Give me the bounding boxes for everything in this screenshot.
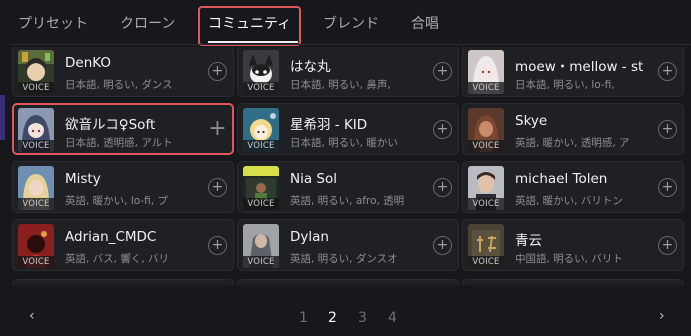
tab-presets[interactable]: プリセット <box>18 0 88 44</box>
add-voice-button[interactable]: + <box>208 236 227 255</box>
voice-card[interactable]: VOICE Nia Sol 英語, 明るい, afro, 透明 + <box>237 161 459 213</box>
voice-avatar: VOICE <box>468 50 504 94</box>
add-voice-button[interactable]: + <box>658 120 677 139</box>
voice-card[interactable]: VOICE 青云 中国語, 明るい, バリト + <box>462 219 684 271</box>
voice-tags: 英語, 暖かい, 透明感, ア <box>515 137 630 149</box>
tabs-divider <box>10 44 691 45</box>
voice-card-peek <box>12 279 234 285</box>
voice-card[interactable]: VOICE moew・mellow - st 日本語, 明るい, lo-fi, … <box>462 47 684 97</box>
voice-tags: 日本語, 透明感, アルト <box>65 137 173 149</box>
voice-avatar: VOICE <box>18 224 54 268</box>
voice-grid: VOICE DenKO 日本語, 明るい, ダンス + VOICE はな丸 日本… <box>12 47 691 285</box>
voice-tags: 英語, 暖かい, バリトン <box>515 195 623 207</box>
voice-badge: VOICE <box>468 198 504 210</box>
voice-tags: 英語, バス, 響く, バリ <box>65 253 170 265</box>
voice-card[interactable]: VOICE 星希羽 - KID 日本語, 明るい, 暖かい + <box>237 103 459 155</box>
voice-name: はな丸 <box>290 59 331 75</box>
voice-name: Skye <box>515 113 548 129</box>
voice-avatar: VOICE <box>468 224 504 268</box>
voice-card[interactable]: VOICE DenKO 日本語, 明るい, ダンス + <box>12 47 234 97</box>
voice-badge: VOICE <box>468 140 504 152</box>
voice-name: Dylan <box>290 229 329 245</box>
voice-avatar: VOICE <box>18 166 54 210</box>
voice-name: Adrian_CMDC <box>65 229 157 245</box>
voice-avatar: VOICE <box>243 50 279 94</box>
add-voice-button[interactable]: + <box>658 236 677 255</box>
page-2-current[interactable]: 2 <box>328 310 337 326</box>
voice-name: 欲音ルコ♀Soft <box>65 117 156 133</box>
add-voice-button[interactable]: + <box>433 236 452 255</box>
voice-card[interactable]: VOICE Skye 英語, 暖かい, 透明感, ア + <box>462 103 684 155</box>
voice-avatar: VOICE <box>243 108 279 152</box>
voice-card[interactable]: VOICE Dylan 英語, 明るい, ダンスオ + <box>237 219 459 271</box>
page-4[interactable]: 4 <box>388 310 397 326</box>
tab-blend[interactable]: ブレンド <box>323 0 379 44</box>
voice-tags: 日本語, 明るい, lo-fi, <box>515 79 615 91</box>
add-voice-button[interactable]: + <box>208 62 227 81</box>
voice-badge: VOICE <box>18 82 54 94</box>
voice-tags: 英語, 明るい, ダンスオ <box>290 253 398 265</box>
voice-card[interactable]: VOICE Misty 英語, 暖かい, lo-fi, プ + <box>12 161 234 213</box>
add-voice-button[interactable]: + <box>433 62 452 81</box>
add-voice-button[interactable]: + <box>208 178 227 197</box>
add-voice-button[interactable]: + <box>658 62 677 81</box>
voice-badge: VOICE <box>18 256 54 268</box>
prev-page-icon[interactable]: ‹ <box>29 308 35 324</box>
tab-bar: プリセット クローン コミュニティ ブレンド 合唱 <box>0 0 691 46</box>
voice-card[interactable]: VOICE michael Tolen 英語, 暖かい, バリトン + <box>462 161 684 213</box>
pagination: ‹ 1 2 3 4 › <box>0 300 691 336</box>
voice-name: DenKO <box>65 55 111 71</box>
voice-tags: 英語, 明るい, afro, 透明 <box>290 195 405 207</box>
voice-name: 青云 <box>515 233 542 249</box>
voice-badge: VOICE <box>243 140 279 152</box>
voice-name: Misty <box>65 171 101 187</box>
page-3[interactable]: 3 <box>358 310 367 326</box>
voice-card-peek <box>237 279 459 285</box>
voice-badge: VOICE <box>468 256 504 268</box>
voice-card[interactable]: VOICE はな丸 日本語, 明るい, 鼻声, + <box>237 47 459 97</box>
voice-avatar: VOICE <box>468 166 504 210</box>
add-voice-button[interactable]: + <box>433 120 452 139</box>
voice-tags: 中国語, 明るい, バリト <box>515 253 623 265</box>
voice-name: 星希羽 - KID <box>290 117 368 133</box>
voice-tags: 英語, 暖かい, lo-fi, プ <box>65 195 168 207</box>
voice-badge: VOICE <box>18 140 54 152</box>
add-voice-button[interactable]: + <box>433 178 452 197</box>
voice-badge: VOICE <box>243 198 279 210</box>
voice-avatar: VOICE <box>468 108 504 152</box>
tab-highlight-box <box>198 6 301 46</box>
voice-avatar: VOICE <box>18 50 54 94</box>
voice-tags: 日本語, 明るい, ダンス <box>65 79 173 91</box>
tab-chorus[interactable]: 合唱 <box>411 0 439 44</box>
add-voice-button[interactable]: + <box>658 178 677 197</box>
voice-avatar: VOICE <box>18 108 54 152</box>
voice-tags: 日本語, 明るい, 暖かい <box>290 137 398 149</box>
voice-badge: VOICE <box>243 82 279 94</box>
voice-card[interactable]: VOICE Adrian_CMDC 英語, バス, 響く, バリ + <box>12 219 234 271</box>
add-voice-button[interactable]: + <box>208 118 227 140</box>
next-row-peek <box>12 279 691 285</box>
tab-clone[interactable]: クローン <box>120 0 175 44</box>
next-page-icon[interactable]: › <box>659 308 665 324</box>
voice-badge: VOICE <box>18 198 54 210</box>
voice-card-peek <box>462 279 684 285</box>
voice-card-selected[interactable]: VOICE 欲音ルコ♀Soft 日本語, 透明感, アルト + <box>12 103 234 155</box>
voice-name: michael Tolen <box>515 171 608 187</box>
page-1[interactable]: 1 <box>299 310 308 326</box>
voice-badge: VOICE <box>468 82 504 94</box>
voice-name: moew・mellow - st <box>515 59 644 75</box>
voice-avatar: VOICE <box>243 224 279 268</box>
voice-name: Nia Sol <box>290 171 337 187</box>
voice-badge: VOICE <box>243 256 279 268</box>
voice-tags: 日本語, 明るい, 鼻声, <box>290 79 391 91</box>
voice-avatar: VOICE <box>243 166 279 210</box>
side-accent-strip <box>0 95 5 140</box>
